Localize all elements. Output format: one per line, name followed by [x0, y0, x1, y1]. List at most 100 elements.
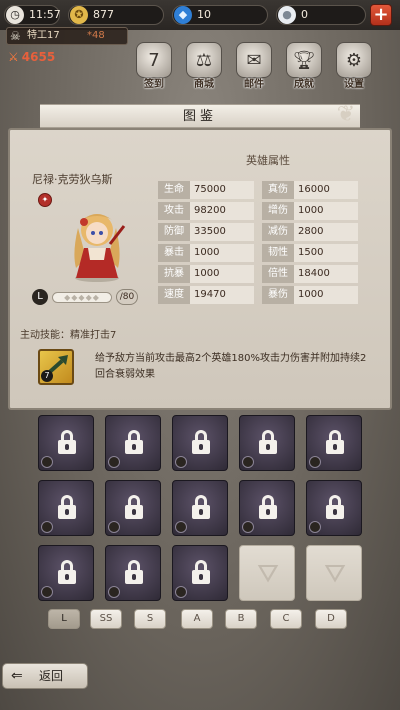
skill-icon[interactable]: 7 — [38, 349, 74, 385]
menu-settings-button[interactable]: ⚙ 设置 — [330, 42, 378, 92]
emblem-icon: ⛛ — [324, 559, 346, 589]
locked-hero-slot[interactable] — [105, 480, 161, 536]
locked-hero-slot[interactable] — [172, 545, 228, 601]
hero-name: 尼禄·克劳狄乌斯 — [32, 173, 113, 186]
menu-shop-button[interactable]: ⚖ 商城 — [180, 42, 228, 92]
rank-badge-icon — [175, 521, 187, 533]
gem-icon: ◆ — [174, 6, 192, 24]
time-text: 11:57 — [29, 8, 61, 21]
gold-amount: 877 — [93, 8, 114, 21]
lock-icon — [192, 495, 210, 519]
menu-mail-button[interactable]: ✉ 邮件 — [230, 42, 278, 92]
stat-value: 19470 — [190, 286, 254, 304]
stat-label: 攻击 — [158, 202, 190, 220]
page-title: 图鉴 — [182, 109, 217, 124]
mail-icon: ✉ — [236, 42, 272, 78]
empty-hero-slot[interactable]: ⛛ — [239, 545, 295, 601]
ribbon-ornament-right: ❦ — [336, 102, 356, 127]
gold-pill[interactable]: ✪ 877 — [68, 5, 164, 25]
lock-icon — [259, 495, 277, 519]
star-rating: L ◆◆◆◆◆ /80 — [32, 289, 138, 305]
calendar-icon: 7 — [136, 42, 172, 78]
stat-value: 1500 — [294, 244, 358, 262]
lock-icon — [125, 495, 143, 519]
grade-tab-s[interactable]: S — [134, 609, 166, 629]
lock-icon — [58, 495, 76, 519]
player-name: 特工17 — [27, 30, 60, 41]
stat-row: 速度 19470 暴伤 1000 — [158, 286, 366, 304]
clock-pill: ◷ 11:57 — [4, 5, 61, 25]
lock-icon — [326, 495, 344, 519]
lock-icon — [326, 430, 344, 454]
locked-hero-slot[interactable] — [105, 415, 161, 471]
stat-value: 1000 — [190, 265, 254, 283]
power-value: 4655 — [21, 50, 56, 64]
lock-icon — [125, 430, 143, 454]
grade-tab-c[interactable]: C — [270, 609, 302, 629]
rank-badge-icon — [175, 456, 187, 468]
combat-power: ⚔ 4655 — [8, 50, 55, 64]
stat-value: 75000 — [190, 181, 254, 199]
grade-tab-a[interactable]: A — [181, 609, 213, 629]
stat-value: 2800 — [294, 223, 358, 241]
lock-icon — [125, 560, 143, 584]
pearl-pill[interactable]: ● 0 — [276, 5, 366, 25]
stat-label: 生命 — [158, 181, 190, 199]
clock-icon: ◷ — [6, 6, 24, 24]
menu-label: 成就 — [294, 79, 314, 90]
locked-hero-slot[interactable] — [306, 480, 362, 536]
back-button[interactable]: ⇐ 返回 — [2, 663, 88, 689]
locked-hero-slot[interactable] — [239, 480, 295, 536]
fire-power-icon: ⚔ — [8, 50, 19, 64]
grade-tab-l[interactable]: L — [48, 609, 80, 629]
back-label: 返回 — [39, 669, 64, 683]
stat-row: 暴击 1000 韧性 1500 — [158, 244, 366, 262]
menu-label: 邮件 — [244, 79, 264, 90]
stat-value: 98200 — [190, 202, 254, 220]
hero-portrait[interactable] — [58, 198, 136, 284]
empty-hero-slot[interactable]: ⛛ — [306, 545, 362, 601]
lock-icon — [192, 560, 210, 584]
stat-row: 攻击 98200 增伤 1000 — [158, 202, 366, 220]
player-name-bar[interactable]: ☠ 特工17 *48 — [6, 27, 128, 45]
coin-icon: ✪ — [70, 6, 88, 24]
stat-value: 1000 — [294, 286, 358, 304]
add-currency-button[interactable]: + — [370, 4, 392, 26]
gem-pill[interactable]: ◆ 10 — [172, 5, 268, 25]
grade-tab-d[interactable]: D — [315, 609, 347, 629]
scales-icon: ⚖ — [186, 42, 222, 78]
locked-hero-slot[interactable] — [38, 415, 94, 471]
locked-hero-slot[interactable] — [239, 415, 295, 471]
grade-tab-b[interactable]: B — [225, 609, 257, 629]
locked-hero-slot[interactable] — [38, 480, 94, 536]
attributes-title: 英雄属性 — [246, 154, 290, 167]
title-ribbon: 图鉴 — [40, 104, 360, 128]
menu-signin-button[interactable]: 7 签到 — [130, 42, 178, 92]
star-progress-bar: ◆◆◆◆◆ — [52, 292, 112, 303]
menu-label: 签到 — [144, 79, 164, 90]
grade-tab-ss[interactable]: SS — [90, 609, 122, 629]
skill-level-badge: 7 — [41, 370, 53, 382]
stat-value: 1000 — [190, 244, 254, 262]
player-level: *48 — [87, 30, 105, 41]
stat-row: 防御 33500 减伤 2800 — [158, 223, 366, 241]
locked-hero-slot[interactable] — [172, 415, 228, 471]
stat-label: 速度 — [158, 286, 190, 304]
locked-hero-slot[interactable] — [306, 415, 362, 471]
skill-description: 给予敌方当前攻击最高2个英雄180%攻击力伤害并附加持续2回合衰弱效果 — [95, 353, 367, 380]
menu-label: 商城 — [194, 79, 214, 90]
locked-hero-slot[interactable] — [105, 545, 161, 601]
stat-label: 防御 — [158, 223, 190, 241]
back-arrow-icon: ⇐ — [11, 668, 23, 684]
rank-badge-icon — [242, 456, 254, 468]
lock-icon — [58, 430, 76, 454]
menu-achievement-button[interactable]: 🏆︎ 成就 — [280, 42, 328, 92]
locked-hero-slot[interactable] — [172, 480, 228, 536]
stat-label: 韧性 — [262, 244, 294, 262]
stat-label: 暴伤 — [262, 286, 294, 304]
lock-icon — [58, 560, 76, 584]
locked-hero-slot[interactable] — [38, 545, 94, 601]
stat-value: 1000 — [294, 202, 358, 220]
stat-value: 16000 — [294, 181, 358, 199]
menu-label: 设置 — [344, 79, 364, 90]
